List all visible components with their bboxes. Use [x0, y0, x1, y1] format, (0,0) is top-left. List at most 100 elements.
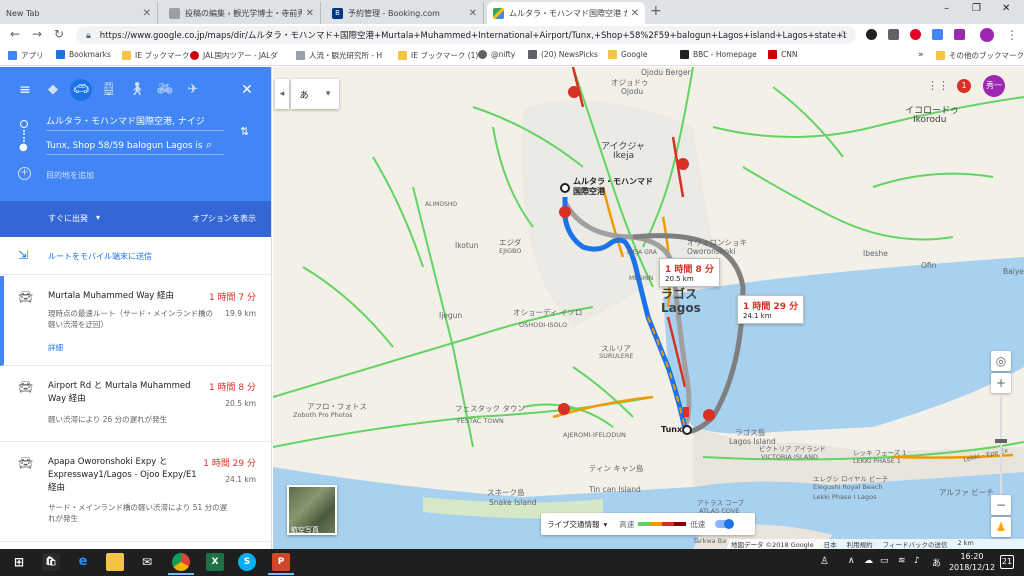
- route-option-3[interactable]: 🚘︎ Apapa Oworonshoki Expy と Expressway1/…: [0, 442, 271, 542]
- tab-new-tab[interactable]: New Tab ✕: [0, 2, 158, 24]
- extension-icon[interactable]: [954, 29, 965, 40]
- profile-avatar[interactable]: [980, 28, 994, 42]
- menu-dots-icon[interactable]: ⋮: [1006, 28, 1018, 42]
- chevron-up-icon[interactable]: ∧: [848, 556, 855, 566]
- bookmark-apps[interactable]: アプリ: [8, 50, 44, 61]
- directions-mode-icon[interactable]: ◆: [42, 79, 64, 101]
- bookmark-item[interactable]: CNN: [768, 50, 797, 59]
- route-callout-3[interactable]: 1 時間 29 分 24.1 km: [737, 295, 805, 324]
- pinterest-icon[interactable]: [910, 29, 921, 40]
- account-avatar[interactable]: 秀一: [983, 75, 1005, 97]
- my-location-button[interactable]: ◎: [991, 351, 1011, 371]
- zoom-slider[interactable]: [1000, 397, 1002, 497]
- close-icon[interactable]: ✕: [236, 79, 258, 101]
- bookmark-other[interactable]: その他のブックマーク: [936, 50, 1024, 61]
- notification-badge[interactable]: 1: [957, 79, 971, 93]
- chrome-icon[interactable]: [172, 553, 190, 571]
- bookmark-item[interactable]: Bookmarks: [56, 50, 111, 59]
- map-canvas[interactable]: Ojodu Berger オジョドゥ Ojodu アイクジャ Ikeja イコロ…: [273, 67, 1024, 549]
- forward-icon[interactable]: →: [32, 27, 42, 41]
- bookmark-item[interactable]: BBC - Homepage: [680, 50, 757, 59]
- wifi-icon[interactable]: ≋: [898, 556, 906, 566]
- route-option-1[interactable]: 🚘︎ Murtala Muhammed Way 経由 1 時間 7 分 19.9…: [0, 276, 271, 366]
- clock-date[interactable]: 2018/12/12: [944, 563, 1000, 572]
- swap-icon[interactable]: ⇅: [240, 125, 249, 138]
- more-bookmarks-icon[interactable]: »: [918, 50, 924, 60]
- zoom-out-button[interactable]: −: [991, 495, 1011, 515]
- people-icon[interactable]: ♙: [820, 556, 829, 567]
- reload-icon[interactable]: ↻: [54, 27, 64, 41]
- mail-icon[interactable]: ✉︎: [138, 553, 156, 571]
- show-options-link[interactable]: オプションを表示: [192, 213, 256, 224]
- bookmark-item[interactable]: (20) NewsPicks: [528, 50, 598, 59]
- extension-icon[interactable]: [888, 29, 899, 40]
- route-details-link[interactable]: 詳細: [48, 342, 63, 353]
- satellite-toggle[interactable]: 航空写真: [287, 485, 337, 535]
- add-destination-icon[interactable]: +: [18, 167, 31, 180]
- traffic-menu[interactable]: ライブ交通情報: [547, 519, 600, 530]
- close-icon[interactable]: ✕: [631, 8, 639, 19]
- route-option-2[interactable]: 🚘︎ Airport Rd と Murtala Muhammed Way 経由 …: [0, 366, 271, 442]
- depart-now-dropdown[interactable]: すぐに出発: [48, 213, 88, 224]
- skype-icon[interactable]: S: [238, 553, 256, 571]
- feedback-link[interactable]: フィードバックの送信: [883, 539, 948, 549]
- collapse-panel-button[interactable]: ◂: [275, 79, 289, 109]
- add-destination-link[interactable]: 目的地を追加: [46, 170, 94, 181]
- notification-center-icon[interactable]: 21: [1000, 555, 1014, 569]
- apps-grid-icon[interactable]: ⋮⋮: [927, 79, 949, 92]
- chevron-down-icon[interactable]: ▾: [96, 213, 100, 222]
- back-icon[interactable]: ←: [10, 27, 20, 41]
- ime-indicator[interactable]: あ: [932, 556, 941, 569]
- close-icon[interactable]: ✕: [469, 8, 477, 19]
- bookmark-item[interactable]: Google: [608, 50, 647, 59]
- zoom-in-button[interactable]: +: [991, 373, 1011, 393]
- bookmark-item[interactable]: @nifty: [478, 50, 515, 59]
- battery-icon[interactable]: ▭: [880, 556, 889, 566]
- region-link[interactable]: 日本: [824, 539, 837, 549]
- extension-icon[interactable]: [866, 29, 877, 40]
- excel-icon[interactable]: X: [206, 553, 224, 571]
- powerpoint-icon[interactable]: P: [272, 553, 290, 571]
- maximize-button[interactable]: ❐: [972, 3, 981, 14]
- flight-icon[interactable]: ✈︎: [182, 79, 204, 101]
- bookmark-item[interactable]: 人流・観光研究所 - H: [296, 50, 382, 61]
- close-icon[interactable]: ✕: [143, 8, 151, 19]
- origin-input[interactable]: ムルタラ・モハンマド国際空港, ナイジ: [46, 114, 224, 131]
- terms-link[interactable]: 利用規約: [847, 539, 873, 549]
- tab-booking[interactable]: B 予約管理 - Booking.com ✕: [326, 2, 484, 24]
- tab-google-maps[interactable]: ムルタラ・モハンマド国際空港 から Tu ✕: [487, 2, 645, 24]
- destination-input[interactable]: Tunx, Shop 58/59 balogun Lagos is: [46, 141, 224, 155]
- cloud-icon[interactable]: ☁︎: [864, 556, 873, 566]
- send-to-mobile[interactable]: ⇲ ルートをモバイル端末に送信: [0, 237, 271, 275]
- star-icon[interactable]: ☆: [838, 28, 848, 41]
- walk-icon[interactable]: 🚶︎: [126, 79, 148, 101]
- bookmark-item[interactable]: JAL国内ツアー - JALダ: [190, 50, 278, 61]
- input-tools[interactable]: あ ▾: [291, 79, 339, 109]
- tab-blog-edit[interactable]: 投稿の編集 ‹ 観光学博士・寺前秀 ✕: [163, 2, 321, 24]
- car-icon[interactable]: 🚗︎: [70, 79, 92, 101]
- bike-icon[interactable]: 🚲︎: [154, 79, 176, 101]
- windows-start-icon[interactable]: ⊞: [10, 553, 28, 571]
- address-bar[interactable]: 🔒︎ https://www.google.co.jp/maps/dir/ムルタ…: [76, 26, 856, 44]
- volume-icon[interactable]: ♪: [914, 556, 920, 566]
- close-icon[interactable]: ✕: [306, 8, 314, 19]
- bookmark-item[interactable]: IE ブックマーク (1): [398, 50, 478, 61]
- route-callout-2[interactable]: 1 時間 8 分 20.5 km: [659, 258, 720, 287]
- bookmark-item[interactable]: IE ブックマーク: [122, 50, 189, 61]
- clock-time[interactable]: 16:20: [952, 552, 992, 561]
- store-icon[interactable]: 🛍︎: [42, 553, 60, 571]
- chevron-down-icon[interactable]: ▾: [604, 520, 608, 529]
- transit-icon[interactable]: 🚆︎: [98, 79, 120, 101]
- traffic-color-fast: [638, 522, 651, 526]
- edge-icon[interactable]: e: [74, 553, 92, 571]
- menu-icon[interactable]: ≡: [14, 79, 36, 101]
- close-window-button[interactable]: ✕: [1002, 3, 1010, 14]
- zoom-slider-handle[interactable]: [995, 439, 1007, 443]
- file-explorer-icon[interactable]: [106, 553, 124, 571]
- extension-icon[interactable]: [932, 29, 943, 40]
- traffic-toggle[interactable]: [715, 519, 735, 529]
- minimize-button[interactable]: –: [944, 3, 949, 14]
- search-icon[interactable]: ⌕: [206, 138, 212, 152]
- pegman-icon[interactable]: ♟: [991, 517, 1011, 537]
- new-tab-button[interactable]: +: [650, 3, 662, 19]
